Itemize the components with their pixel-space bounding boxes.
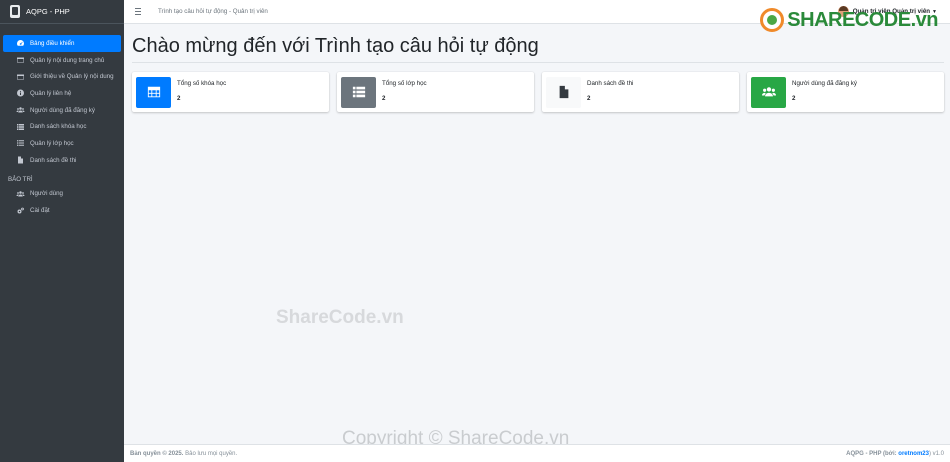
breadcrumb: Trình tạo câu hỏi tự động - Quản trị viê…: [158, 8, 268, 15]
sidebar-item-label: Danh sách khóa học: [30, 123, 87, 131]
footer: Bản quyền © 2025. Bảo lưu mọi quyền. AQP…: [124, 444, 950, 462]
user-name: Quản trị viên Quản trị viên: [852, 8, 931, 15]
footer-author-link[interactable]: oretnom23: [898, 451, 929, 457]
footer-rights: Bảo lưu mọi quyền.: [185, 450, 238, 457]
info-box-value: 2: [792, 95, 796, 102]
sidebar-item-classes[interactable]: Quản lý lớp học: [3, 135, 121, 152]
sidebar-item-dashboard[interactable]: Bảng điều khiển: [3, 35, 121, 52]
sidebar-nav: Bảng điều khiển Quản lý nội dung trang c…: [0, 24, 124, 219]
sidebar-item-home-content[interactable]: Quản lý nội dung trang chủ: [3, 52, 121, 69]
sidebar-item-label: Cài đặt: [30, 207, 50, 215]
dashboard-icon: [15, 39, 25, 47]
sidebar-item-label: Người dùng đã đăng ký: [30, 106, 95, 114]
info-box-label: Danh sách đề thi: [587, 80, 634, 87]
list-ul-icon: [15, 139, 25, 147]
users-icon: [15, 190, 25, 198]
file-icon: [15, 156, 25, 164]
window-icon: [15, 56, 25, 64]
info-box-exams: Danh sách đề thi 2: [542, 72, 739, 112]
footer-app: AQPG - PHP (bởi:: [846, 450, 897, 457]
list-icon: [341, 76, 376, 108]
sidebar-item-label: Danh sách đề thi: [30, 156, 77, 164]
info-icon: [15, 89, 25, 97]
sidebar-item-settings[interactable]: Cài đặt: [3, 202, 121, 219]
menu-toggle-icon[interactable]: [135, 8, 145, 15]
brand-logo-icon: [10, 5, 20, 18]
list-icon: [15, 123, 25, 131]
file-icon: [546, 76, 581, 108]
sidebar-item-exams[interactable]: Danh sách đề thi: [3, 152, 121, 169]
info-box-courses: Tổng số khóa học 2: [132, 72, 329, 112]
info-box-classes: Tổng số lớp học 2: [337, 72, 534, 112]
avatar: [837, 6, 849, 17]
sidebar-item-courses[interactable]: Danh sách khóa học: [3, 118, 121, 135]
sidebar-item-about-content[interactable]: Giới thiệu về Quản lý nội dung: [3, 68, 121, 85]
sidebar-item-label: Quản lý lớp học: [30, 139, 74, 147]
sidebar-item-label: Quản lý nội dung trang chủ: [30, 56, 105, 64]
info-box-value: 2: [382, 95, 386, 102]
sidebar-item-contact[interactable]: Quản lý liên hệ: [3, 85, 121, 102]
info-box-label: Tổng số khóa học: [177, 80, 227, 87]
sidebar-item-label: Bảng điều khiển: [30, 39, 75, 47]
info-box-value: 2: [177, 95, 181, 102]
footer-version: ) v1.0: [928, 450, 944, 457]
footer-copyright: Bản quyền © 2025.: [130, 450, 184, 457]
top-navbar: Trình tạo câu hỏi tự động - Quản trị viê…: [124, 0, 950, 24]
cogs-icon: [15, 207, 25, 215]
sidebar-item-label: Giới thiệu về Quản lý nội dung: [30, 73, 114, 81]
users-icon: [15, 106, 25, 114]
caret-down-icon: ▼: [932, 8, 937, 15]
brand-link[interactable]: AQPG - PHP: [0, 0, 124, 24]
footer-right: AQPG - PHP (bởi: oretnom23) v1.0: [846, 451, 944, 457]
sidebar-item-registered-users[interactable]: Người dùng đã đăng ký: [3, 102, 121, 119]
sidebar-item-users[interactable]: Người dùng: [3, 186, 121, 203]
page-title: Chào mừng đến với Trình tạo câu hỏi tự đ…: [132, 35, 539, 57]
users-icon: [751, 76, 786, 108]
main-content: Chào mừng đến với Trình tạo câu hỏi tự đ…: [124, 24, 950, 444]
sidebar-section-header: BẢO TRÌ: [8, 175, 33, 183]
user-menu[interactable]: Quản trị viên Quản trị viên ▼: [837, 6, 937, 17]
sidebar-item-label: Quản lý liên hệ: [30, 89, 72, 97]
info-box-label: Tổng số lớp học: [382, 80, 427, 87]
info-box-value: 2: [587, 95, 591, 102]
info-box-registered-users: Người dùng đã đăng ký 2: [747, 72, 944, 112]
sidebar: AQPG - PHP Bảng điều khiển Quản lý nội d…: [0, 0, 124, 462]
info-box-row: Tổng số khóa học 2 Tổng số lớp học 2 Dan…: [132, 72, 944, 112]
footer-left: Bản quyền © 2025. Bảo lưu mọi quyền.: [130, 451, 237, 457]
brand-title: AQPG - PHP: [26, 7, 70, 16]
info-box-label: Người dùng đã đăng ký: [792, 80, 857, 87]
title-divider: [132, 62, 944, 63]
table-icon: [136, 76, 171, 108]
sidebar-item-label: Người dùng: [30, 190, 63, 198]
window-icon: [15, 73, 25, 81]
